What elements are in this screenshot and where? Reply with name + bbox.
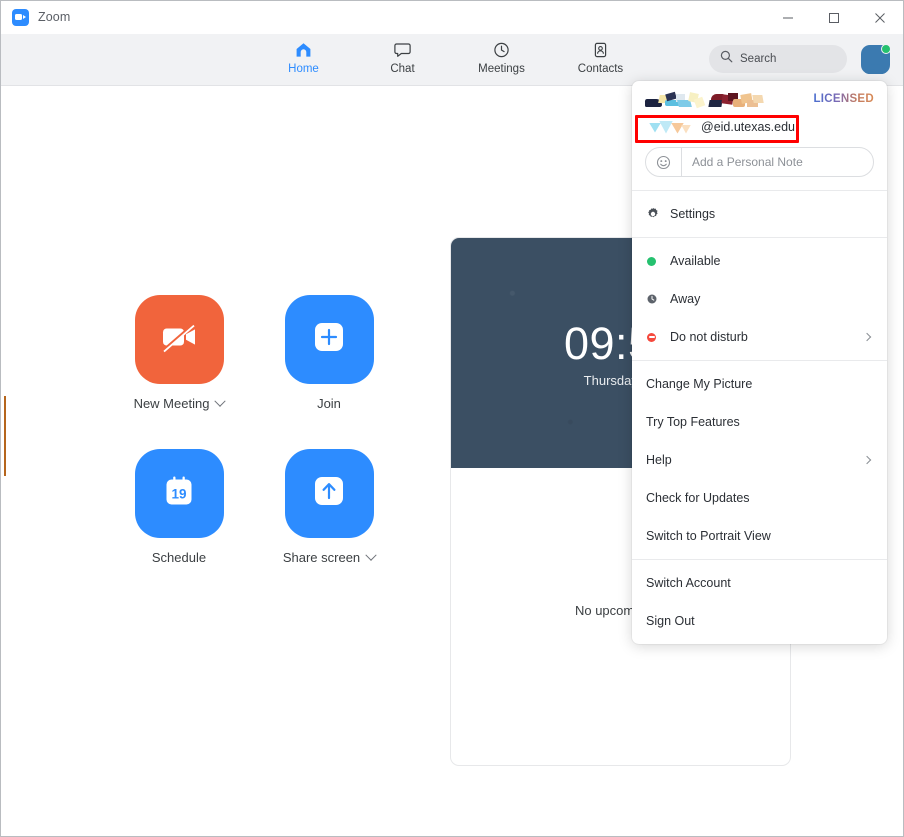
zoom-window: Zoom Home Chat Meetings Contacts Search …: [0, 0, 904, 837]
join-label-row: Join: [317, 396, 341, 411]
schedule-tile: 19: [134, 449, 224, 538]
smiley-face-icon[interactable]: [646, 148, 682, 176]
window-controls: [765, 1, 903, 34]
schedule-button[interactable]: 19 Schedule: [105, 449, 253, 565]
contact-card-icon: [591, 39, 610, 61]
close-icon[interactable]: [857, 1, 903, 34]
dropdown-email-row: @eid.utexas.edu: [645, 116, 874, 138]
plus-square-icon: [309, 317, 349, 362]
nav-bar: Home Chat Meetings Contacts Search: [1, 34, 903, 86]
menu-item-switch-account-label: Switch Account: [646, 576, 731, 590]
tab-home[interactable]: Home: [271, 39, 337, 86]
status-clock-gray-icon: [646, 294, 670, 304]
tab-meetings[interactable]: Meetings: [469, 39, 535, 86]
share-screen-tile: [284, 449, 374, 538]
share-screen-label-row: Share screen: [282, 549, 377, 565]
action-grid: New Meeting Join 19 Schedule Share scree…: [105, 295, 405, 565]
svg-text:19: 19: [171, 487, 186, 502]
menu-item-sign-out-label: Sign Out: [646, 614, 695, 628]
minimize-icon[interactable]: [765, 1, 811, 34]
new-meeting-label-row: New Meeting: [133, 395, 227, 411]
menu-item-switch-to-portrait-view[interactable]: Switch to Portrait View: [632, 517, 887, 555]
menu-item-away-label: Away: [670, 292, 701, 306]
clock-icon: [492, 39, 511, 61]
dropdown-account-group: Switch Account Sign Out: [632, 560, 887, 644]
maximize-icon[interactable]: [811, 1, 857, 34]
join-label: Join: [317, 396, 341, 411]
chat-bubble-icon: [393, 39, 412, 61]
tab-chat[interactable]: Chat: [370, 39, 436, 86]
menu-item-switch-account[interactable]: Switch Account: [632, 564, 887, 602]
calendar-19-icon: 19: [159, 471, 199, 516]
redacted-avatar-initials: [649, 120, 693, 135]
personal-note-field[interactable]: [645, 147, 874, 177]
new-meeting-tile: [134, 295, 224, 384]
join-tile: [284, 295, 374, 384]
menu-item-sign-out[interactable]: Sign Out: [632, 602, 887, 640]
chevron-right-icon[interactable]: [862, 455, 872, 465]
status-badge: [881, 44, 891, 54]
status-dot-red-icon: [646, 332, 670, 342]
tab-meetings-label: Meetings: [478, 63, 525, 75]
license-badge: LICENSED: [813, 93, 874, 105]
menu-item-away[interactable]: Away: [632, 280, 887, 318]
menu-item-check-for-updates[interactable]: Check for Updates: [632, 479, 887, 517]
tab-contacts-label: Contacts: [577, 63, 624, 75]
new-meeting-label: New Meeting: [133, 396, 210, 411]
dropdown-actions-group: Change My Picture Try Top Features Help …: [632, 361, 887, 559]
menu-item-try-top-features[interactable]: Try Top Features: [632, 403, 887, 441]
home-icon: [294, 39, 313, 61]
menu-item-try-top-features-label: Try Top Features: [646, 415, 740, 429]
schedule-label-row: Schedule: [152, 550, 206, 565]
video-camera-off-icon: [156, 318, 202, 361]
dropdown-settings-group: Settings: [632, 191, 887, 237]
menu-item-available[interactable]: Available: [632, 242, 887, 280]
dropdown-header: LICENSED @eid.utexas.edu: [632, 81, 887, 190]
join-button[interactable]: Join: [255, 295, 403, 411]
window-title: Zoom: [38, 10, 71, 24]
zoom-video-icon: [12, 8, 29, 26]
title-bar: Zoom: [1, 1, 903, 34]
tab-contacts[interactable]: Contacts: [568, 39, 634, 86]
menu-item-do-not-disturb[interactable]: Do not disturb: [632, 318, 887, 356]
menu-item-help-label: Help: [646, 453, 672, 467]
share-screen-label: Share screen: [282, 550, 361, 565]
menu-item-change-my-picture-label: Change My Picture: [646, 377, 753, 391]
new-meeting-button[interactable]: New Meeting: [105, 295, 253, 411]
search-icon: [720, 50, 733, 68]
search-input[interactable]: Search: [709, 45, 847, 73]
redacted-display-name: [645, 91, 769, 111]
account-email: @eid.utexas.edu: [701, 120, 796, 134]
account-dropdown-menu: LICENSED @eid.utexas.edu Add a Personal …: [632, 81, 887, 644]
chevron-down-icon[interactable]: [214, 395, 227, 407]
schedule-label: Schedule: [151, 550, 207, 565]
status-dot-green-icon: [646, 256, 670, 266]
menu-item-help[interactable]: Help: [632, 441, 887, 479]
personal-note-input[interactable]: [682, 155, 852, 169]
menu-item-check-for-updates-label: Check for Updates: [646, 491, 750, 505]
gear-icon: [646, 207, 670, 221]
dropdown-status-group: Available Away Do not disturb: [632, 238, 887, 360]
avatar[interactable]: [861, 44, 891, 74]
chevron-right-icon[interactable]: [862, 332, 872, 342]
menu-item-available-label: Available: [670, 254, 721, 268]
menu-item-settings[interactable]: Settings: [632, 195, 887, 233]
share-screen-button[interactable]: Share screen: [255, 449, 403, 565]
menu-item-settings-label: Settings: [670, 207, 716, 221]
chevron-down-icon[interactable]: [365, 549, 377, 561]
menu-item-do-not-disturb-label: Do not disturb: [670, 330, 748, 344]
tab-chat-label: Chat: [390, 63, 415, 75]
search-placeholder: Search: [740, 53, 777, 65]
orange-accent-strip: [4, 396, 6, 476]
arrow-up-square-icon: [309, 471, 349, 516]
dropdown-identity-row: LICENSED: [645, 91, 874, 111]
title-bar-left: Zoom: [1, 8, 71, 26]
tab-home-label: Home: [288, 63, 319, 75]
menu-item-switch-to-portrait-view-label: Switch to Portrait View: [646, 529, 771, 543]
menu-item-change-my-picture[interactable]: Change My Picture: [632, 365, 887, 403]
